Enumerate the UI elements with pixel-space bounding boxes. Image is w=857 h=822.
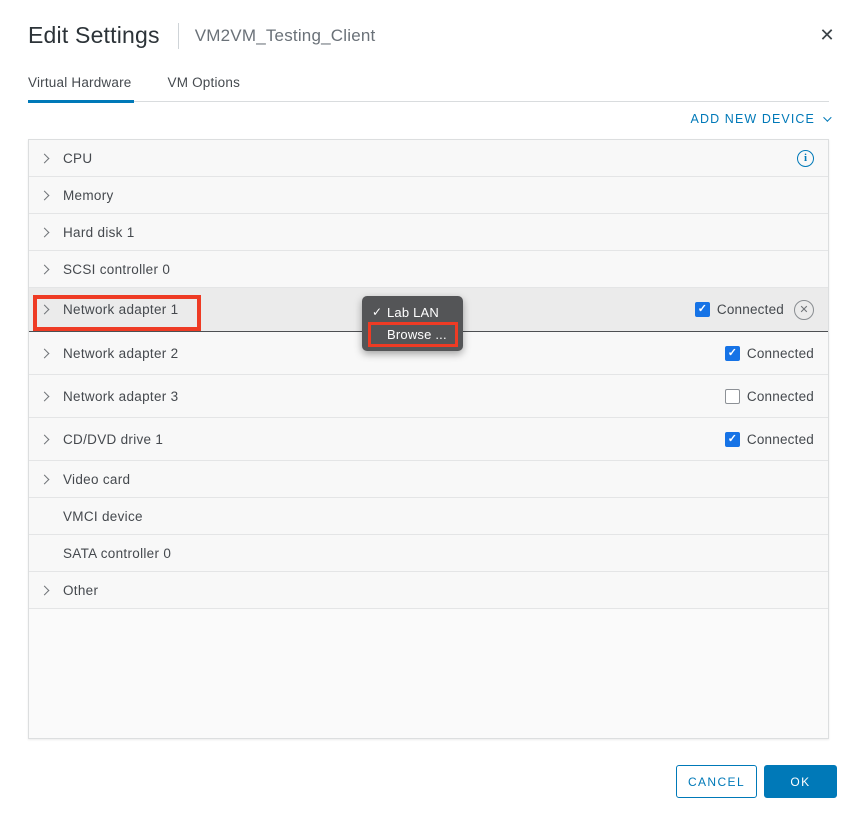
device-row[interactable]: CD/DVD drive 1 Connected (29, 418, 828, 461)
chevron-right-icon[interactable] (40, 305, 50, 315)
device-row-right: Connected (725, 432, 814, 447)
device-row-label: SCSI controller 0 (63, 262, 170, 277)
device-row[interactable]: Hard disk 1 (29, 214, 828, 251)
cancel-button[interactable]: CANCEL (676, 765, 757, 798)
device-row-right: Connected ✕ (695, 300, 814, 320)
chevron-right-icon[interactable] (40, 264, 50, 274)
add-new-device-button[interactable]: ADD NEW DEVICE (691, 112, 815, 126)
ok-button[interactable]: OK (764, 765, 837, 798)
network-dropdown: ✓ Lab LAN Browse ... (362, 296, 463, 351)
device-row-right: i (797, 150, 814, 167)
dialog-footer: CANCEL OK (676, 765, 837, 798)
tab-vm-options[interactable]: VM Options (168, 75, 243, 101)
device-row-label: Video card (63, 472, 130, 487)
device-row-right: Connected (725, 389, 814, 404)
connected-checkbox[interactable] (725, 432, 740, 447)
chevron-right-icon[interactable] (40, 227, 50, 237)
connected-label: Connected (747, 346, 814, 361)
device-row-right: Connected (725, 346, 814, 361)
device-list: CPU i Memory Hard disk 1 SCSI contro (28, 139, 829, 739)
dialog-header: Edit Settings VM2VM_Testing_Client (28, 22, 375, 49)
chevron-right-icon[interactable] (40, 474, 50, 484)
edit-settings-dialog: Edit Settings VM2VM_Testing_Client ✕ Vir… (0, 0, 857, 822)
vm-name: VM2VM_Testing_Client (195, 26, 376, 46)
info-icon[interactable]: i (797, 150, 814, 167)
device-row[interactable]: Memory (29, 177, 828, 214)
device-row-label: Network adapter 3 (63, 389, 178, 404)
dropdown-item[interactable]: ✓ Lab LAN (362, 301, 463, 323)
device-list-filler (29, 609, 828, 738)
device-row-label: CPU (63, 151, 92, 166)
device-row-label: CD/DVD drive 1 (63, 432, 163, 447)
dropdown-item-label: Lab LAN (387, 305, 439, 320)
annotation-box (368, 322, 458, 347)
toolbar: ADD NEW DEVICE (691, 112, 829, 126)
chevron-right-icon[interactable] (40, 153, 50, 163)
tab-virtual-hardware[interactable]: Virtual Hardware (28, 75, 134, 103)
tab-bar: Virtual Hardware VM Options (28, 75, 829, 102)
remove-device-icon[interactable]: ✕ (794, 300, 814, 320)
close-icon[interactable]: ✕ (817, 25, 837, 45)
chevron-right-icon[interactable] (40, 585, 50, 595)
header-divider (178, 23, 179, 49)
connected-checkbox[interactable] (695, 302, 710, 317)
device-row-label: Memory (63, 188, 114, 203)
device-row-label: SATA controller 0 (63, 546, 171, 561)
dropdown-item[interactable]: Browse ... (362, 323, 463, 345)
connected-checkbox[interactable] (725, 389, 740, 404)
chevron-right-icon[interactable] (40, 190, 50, 200)
device-row-label: Network adapter 2 (63, 346, 178, 361)
chevron-right-icon[interactable] (40, 434, 50, 444)
checkmark-icon: ✓ (372, 305, 386, 319)
device-row[interactable]: SATA controller 0 (29, 535, 828, 572)
connected-label: Connected (747, 432, 814, 447)
connected-label: Connected (717, 302, 784, 317)
chevron-down-icon[interactable] (823, 113, 831, 121)
connected-checkbox[interactable] (725, 346, 740, 361)
connected-label: Connected (747, 389, 814, 404)
chevron-right-icon[interactable] (40, 348, 50, 358)
device-row[interactable]: Other (29, 572, 828, 609)
device-row[interactable]: VMCI device (29, 498, 828, 535)
device-row[interactable]: CPU i (29, 140, 828, 177)
device-row[interactable]: SCSI controller 0 (29, 251, 828, 288)
device-row[interactable]: Network adapter 3 Connected (29, 375, 828, 418)
chevron-right-icon[interactable] (40, 391, 50, 401)
device-row-label: Hard disk 1 (63, 225, 135, 240)
device-row-label: Other (63, 583, 98, 598)
dialog-title: Edit Settings (28, 22, 160, 49)
device-row-label: Network adapter 1 (63, 302, 178, 317)
device-row-label: VMCI device (63, 509, 143, 524)
device-row[interactable]: Video card (29, 461, 828, 498)
